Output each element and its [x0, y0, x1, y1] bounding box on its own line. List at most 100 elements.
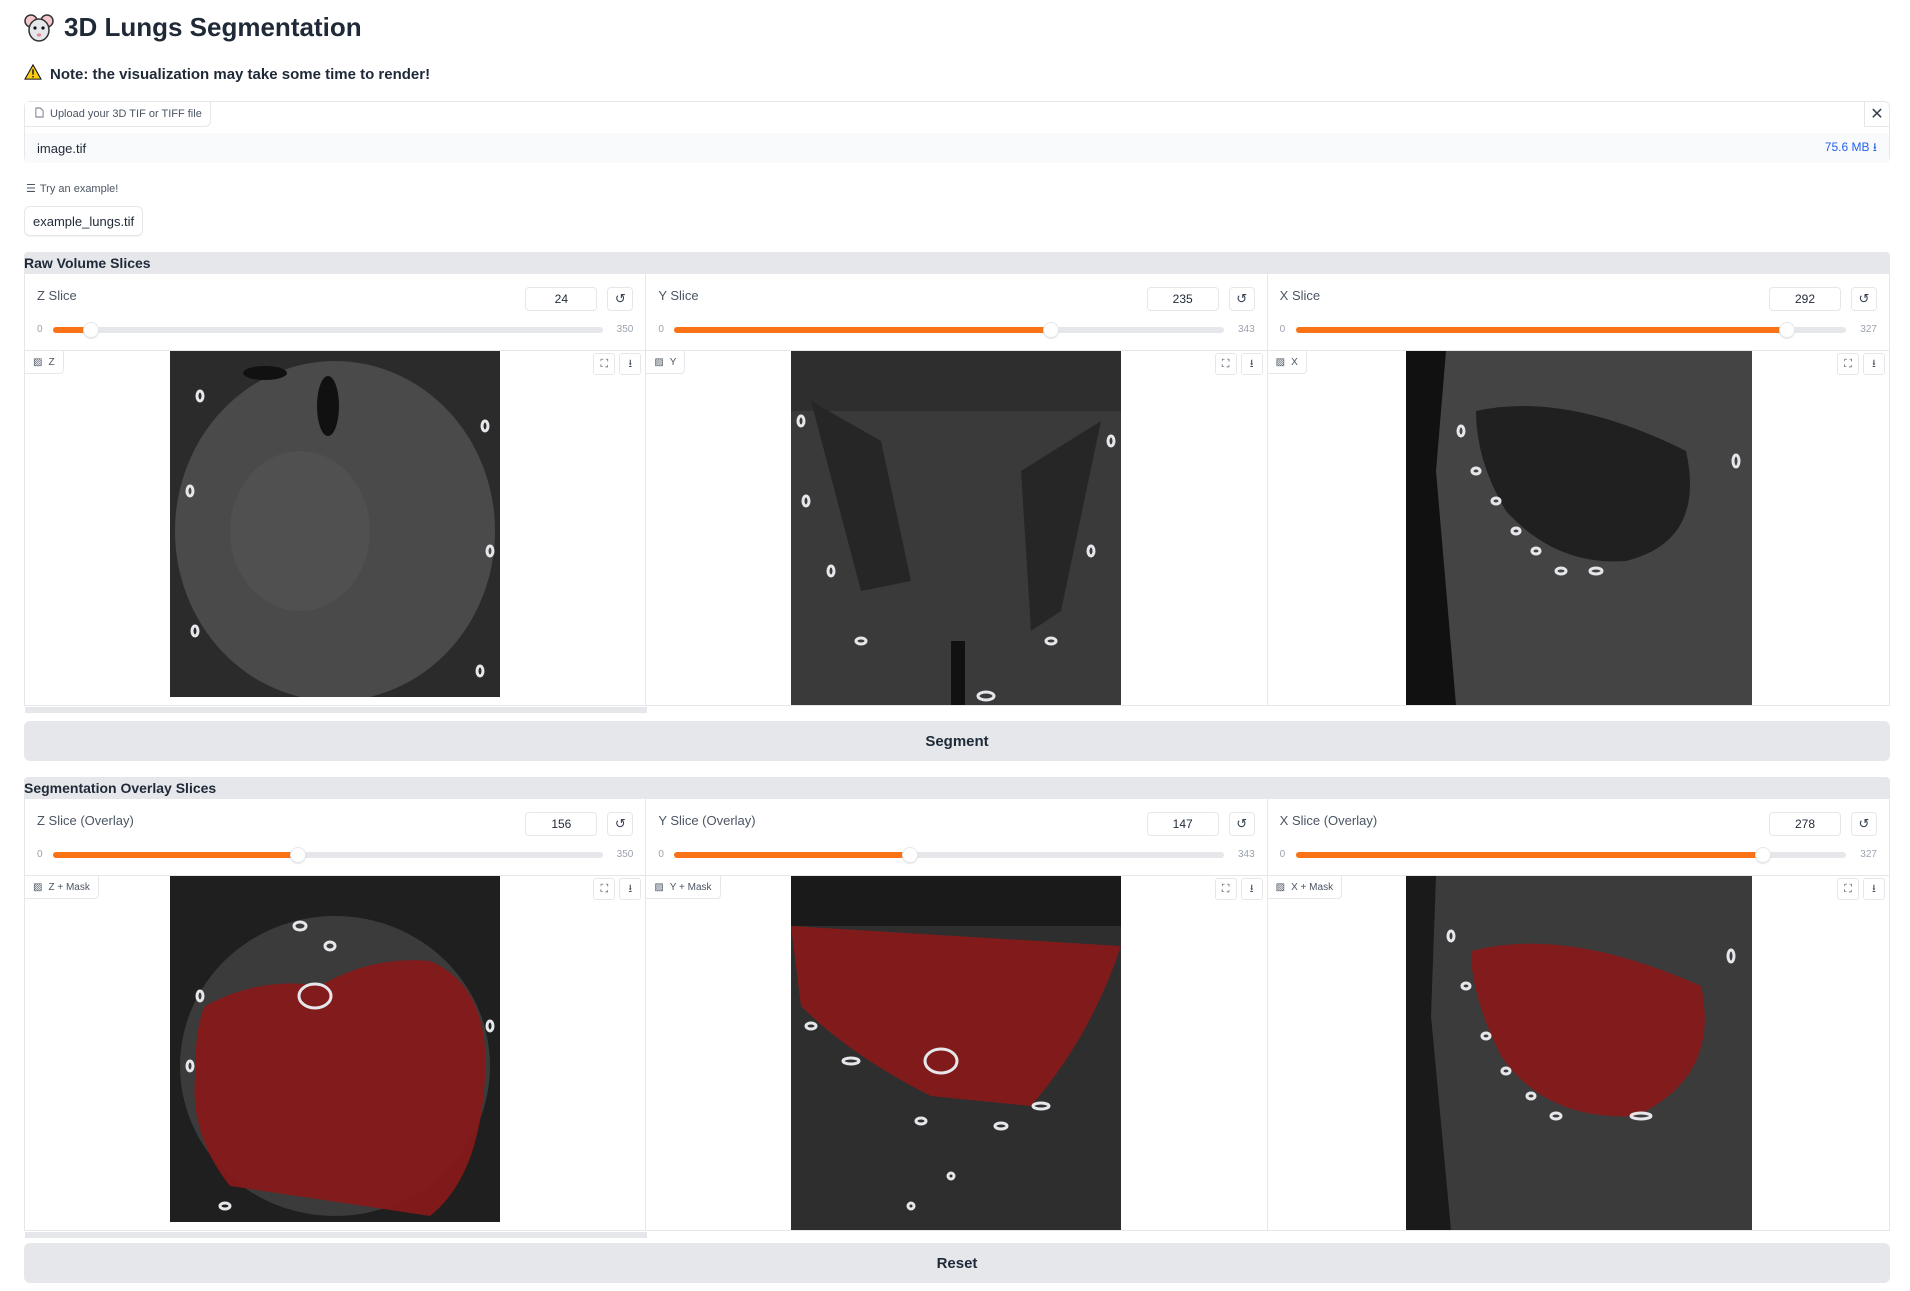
- image-scrollbar[interactable]: [25, 1232, 647, 1238]
- overlay-y-panel: Y Slice (Overlay) 147 ↺ 0 343 ▨ Y + Mask…: [646, 799, 1268, 1230]
- raw-y-panel: Y Slice 235 ↺ 0 343 ▨ Y ⛶ ⭳: [646, 274, 1268, 705]
- uploaded-file-row: image.tif 75.6 MB ⭳: [25, 133, 1889, 163]
- reset-icon[interactable]: ↺: [607, 812, 634, 836]
- image-label: ▨ Z + Mask: [25, 876, 99, 899]
- file-icon: [35, 107, 44, 121]
- x-slice-image: ▨ X ⛶ ⭳: [1267, 350, 1889, 705]
- file-download-link[interactable]: 75.6 MB ⭳: [1825, 138, 1877, 159]
- slider-track[interactable]: [53, 323, 603, 337]
- image-tools: ⛶ ⭳: [1836, 878, 1885, 900]
- close-icon[interactable]: ✕: [1864, 102, 1889, 127]
- overlay-panels: Z Slice (Overlay) 156 ↺ 0 350 ▨ Z + Mask…: [24, 799, 1890, 1238]
- raw-z-panel: Z Slice 24 ↺ 0 350 ▨ Z ⛶ ⭳: [25, 274, 647, 713]
- slider-track[interactable]: [53, 848, 603, 862]
- y-slice-slider: Y Slice 235 ↺ 0 343: [658, 287, 1255, 337]
- download-icon[interactable]: ⭳: [1240, 878, 1263, 900]
- image-label: ▨ Z: [25, 351, 64, 374]
- slider-track[interactable]: [1295, 323, 1846, 337]
- download-icon[interactable]: ⭳: [1862, 353, 1885, 375]
- raw-section-title: Raw Volume Slices: [24, 252, 1890, 274]
- ct-scan-image: [791, 351, 1122, 705]
- fullscreen-icon[interactable]: ⛶: [1214, 878, 1237, 900]
- image-tools: ⛶ ⭳: [1836, 353, 1885, 375]
- ct-overlay-image: [1405, 876, 1752, 1230]
- z-overlay-image: ▨ Z + Mask ⛶ ⭳: [25, 875, 647, 1238]
- image-icon: ▨: [33, 356, 43, 368]
- x-overlay-slider: X Slice (Overlay) 278 ↺ 0 327: [1279, 812, 1877, 862]
- slider-thumb[interactable]: [1756, 848, 1771, 862]
- ct-scan-image: [170, 351, 500, 697]
- reset-icon[interactable]: ↺: [1850, 812, 1877, 836]
- fullscreen-icon[interactable]: ⛶: [1836, 353, 1859, 375]
- x-overlay-number-input[interactable]: 278: [1768, 812, 1841, 836]
- slider-fill: [1295, 327, 1787, 333]
- render-note: Note: the visualization may take some ti…: [24, 63, 431, 84]
- slider-fill: [53, 852, 299, 858]
- fullscreen-icon[interactable]: ⛶: [1214, 353, 1237, 375]
- slider-track[interactable]: [1295, 848, 1846, 862]
- download-icon[interactable]: ⭳: [619, 353, 642, 375]
- image-icon: ▨: [654, 881, 664, 893]
- image-label: ▨ Y: [646, 351, 686, 374]
- reset-icon[interactable]: ↺: [1850, 287, 1877, 311]
- z-slice-slider: Z Slice 24 ↺ 0 350: [37, 287, 634, 337]
- raw-panels: Z Slice 24 ↺ 0 350 ▨ Z ⛶ ⭳ Y Slice 235 ↺…: [24, 274, 1890, 713]
- slider-fill: [674, 327, 1052, 333]
- note-text: Note: the visualization may take some ti…: [50, 65, 431, 83]
- z-overlay-slider: Z Slice (Overlay) 156 ↺ 0 350: [37, 812, 634, 862]
- image-label: ▨ X + Mask: [1267, 876, 1343, 899]
- reset-icon[interactable]: ↺: [1228, 287, 1255, 311]
- slider-thumb[interactable]: [1044, 323, 1059, 337]
- y-overlay-slider: Y Slice (Overlay) 147 ↺ 0 343: [658, 812, 1255, 862]
- segment-button[interactable]: Segment: [24, 721, 1890, 761]
- header: 3D Lungs Segmentation: [24, 12, 362, 43]
- slider-fill: [1295, 852, 1764, 858]
- image-icon: ▨: [1275, 356, 1286, 368]
- overlay-x-panel: X Slice (Overlay) 278 ↺ 0 327 ▨ X + Mask…: [1267, 799, 1889, 1230]
- example-lungs-button[interactable]: example_lungs.tif: [24, 206, 144, 236]
- mouse-icon: [24, 13, 54, 43]
- slider-fill: [674, 852, 911, 858]
- list-icon: ☰: [26, 183, 36, 195]
- reset-icon[interactable]: ↺: [1228, 812, 1255, 836]
- x-slice-slider: X Slice 292 ↺ 0 327: [1279, 287, 1877, 337]
- fullscreen-icon[interactable]: ⛶: [593, 353, 616, 375]
- x-slice-number-input[interactable]: 292: [1768, 287, 1841, 311]
- reset-button[interactable]: Reset: [24, 1243, 1890, 1283]
- slider-track[interactable]: [674, 848, 1225, 862]
- slider-thumb[interactable]: [291, 848, 306, 862]
- image-tools: ⛶ ⭳: [1214, 878, 1263, 900]
- overlay-z-panel: Z Slice (Overlay) 156 ↺ 0 350 ▨ Z + Mask…: [25, 799, 647, 1238]
- examples-label: ☰ Try an example!: [26, 182, 119, 196]
- file-upload[interactable]: Upload your 3D TIF or TIFF file ✕ image.…: [24, 101, 1890, 163]
- fullscreen-icon[interactable]: ⛶: [1836, 878, 1859, 900]
- reset-icon[interactable]: ↺: [607, 287, 634, 311]
- slider-track[interactable]: [674, 323, 1225, 337]
- ct-overlay-image: [170, 876, 500, 1222]
- y-overlay-number-input[interactable]: 147: [1146, 812, 1219, 836]
- download-icon[interactable]: ⭳: [1862, 878, 1885, 900]
- slider-thumb[interactable]: [903, 848, 918, 862]
- z-overlay-number-input[interactable]: 156: [525, 812, 598, 836]
- image-icon: ▨: [1275, 881, 1286, 893]
- slider-thumb[interactable]: [83, 323, 98, 337]
- z-slice-number-input[interactable]: 24: [525, 287, 598, 311]
- image-label: ▨ X: [1267, 351, 1307, 374]
- image-tools: ⛶ ⭳: [593, 878, 642, 900]
- image-icon: ▨: [33, 881, 43, 893]
- image-tools: ⛶ ⭳: [593, 353, 642, 375]
- overlay-section-title: Segmentation Overlay Slices: [24, 777, 1890, 799]
- image-scrollbar[interactable]: [25, 707, 647, 713]
- download-icon[interactable]: ⭳: [1240, 353, 1263, 375]
- image-icon: ▨: [654, 356, 664, 368]
- ct-scan-image: [1405, 351, 1752, 705]
- page-title: 3D Lungs Segmentation: [64, 12, 362, 42]
- image-tools: ⛶ ⭳: [1214, 353, 1263, 375]
- y-slice-number-input[interactable]: 235: [1146, 287, 1219, 311]
- z-slice-image: ▨ Z ⛶ ⭳: [25, 350, 647, 713]
- fullscreen-icon[interactable]: ⛶: [593, 878, 616, 900]
- slider-thumb[interactable]: [1779, 323, 1794, 337]
- x-overlay-image: ▨ X + Mask ⛶ ⭳: [1267, 875, 1889, 1230]
- y-slice-image: ▨ Y ⛶ ⭳: [646, 350, 1267, 705]
- download-icon[interactable]: ⭳: [619, 878, 642, 900]
